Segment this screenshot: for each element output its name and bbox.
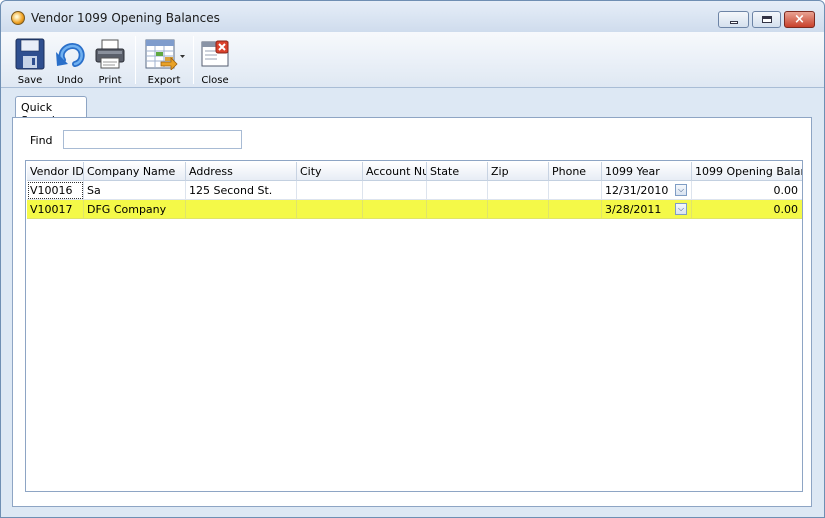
close-label: Close: [201, 75, 229, 86]
column-header-account-num[interactable]: Account Num: [363, 162, 427, 181]
column-header-company-name[interactable]: Company Name: [84, 162, 186, 181]
1099-year-cell[interactable]: 12/31/2010 ⌵: [602, 181, 692, 200]
printer-icon: [95, 39, 125, 69]
1099-year-value: 12/31/2010: [605, 184, 669, 197]
save-button[interactable]: Save: [11, 35, 49, 87]
city-cell[interactable]: [297, 200, 363, 219]
state-cell[interactable]: [427, 200, 488, 219]
close-icon: ×: [794, 12, 805, 27]
vendor-id-cell[interactable]: V10017: [27, 200, 84, 219]
undo-label: Undo: [56, 75, 84, 86]
toolbar: Save Undo Print Export Close: [1, 32, 824, 88]
find-label: Find: [30, 134, 53, 147]
maximize-icon: [761, 16, 772, 23]
column-header-city[interactable]: City: [297, 162, 363, 181]
close-window-icon: [201, 40, 229, 67]
column-header-phone[interactable]: Phone: [549, 162, 602, 181]
title-bar[interactable]: Vendor 1099 Opening Balances ×: [1, 1, 824, 32]
company-name-cell[interactable]: Sa: [84, 181, 186, 200]
undo-button[interactable]: Undo: [51, 35, 89, 87]
close-window-button[interactable]: ×: [784, 11, 815, 28]
undo-arrow-icon: [56, 43, 85, 67]
zip-cell[interactable]: [488, 200, 549, 219]
1099-year-cell[interactable]: 3/28/2011 ⌵: [602, 200, 692, 219]
address-cell[interactable]: [186, 200, 297, 219]
1099-year-value: 3/28/2011: [605, 203, 662, 216]
save-label: Save: [17, 75, 43, 86]
app-icon: [11, 11, 25, 25]
export-button[interactable]: Export: [141, 35, 187, 87]
table-row[interactable]: V10016 Sa 125 Second St. 12/31/2010 ⌵ 0.…: [27, 181, 802, 200]
phone-cell[interactable]: [549, 181, 602, 200]
export-label: Export: [147, 75, 181, 86]
vendor-id-cell[interactable]: V10016: [27, 181, 84, 200]
chevron-down-icon[interactable]: ⌵: [675, 184, 687, 196]
table-row[interactable]: V10017 DFG Company 3/28/2011 ⌵ 0.00: [27, 200, 802, 219]
phone-cell[interactable]: [549, 200, 602, 219]
print-button[interactable]: Print: [91, 35, 129, 87]
window-title: Vendor 1099 Opening Balances: [31, 11, 220, 25]
chevron-down-icon[interactable]: ⌵: [675, 203, 687, 215]
floppy-disk-icon: [15, 38, 45, 70]
account-num-cell[interactable]: [363, 200, 427, 219]
column-header-state[interactable]: State: [427, 162, 488, 181]
opening-balance-cell[interactable]: 0.00: [692, 200, 802, 219]
column-header-address[interactable]: Address: [186, 162, 297, 181]
toolbar-separator: [193, 36, 194, 84]
toolbar-separator: [135, 36, 136, 84]
vendor-grid: Vendor ID Company Name Address City Acco…: [25, 160, 803, 492]
minimize-icon: [729, 21, 738, 24]
column-header-zip[interactable]: Zip: [488, 162, 549, 181]
opening-balance-cell[interactable]: 0.00: [692, 181, 802, 200]
app-window: Vendor 1099 Opening Balances × Save Undo: [0, 0, 825, 518]
state-cell[interactable]: [427, 181, 488, 200]
close-button[interactable]: Close: [197, 35, 233, 87]
account-num-cell[interactable]: [363, 181, 427, 200]
tab-quick-search[interactable]: Quick Search: [15, 96, 87, 127]
minimize-button[interactable]: [718, 11, 749, 28]
spreadsheet-export-icon: [145, 39, 185, 70]
company-name-cell[interactable]: DFG Company: [84, 200, 186, 219]
column-header-1099-opening-balance[interactable]: 1099 Opening Balance: [692, 162, 802, 181]
zip-cell[interactable]: [488, 181, 549, 200]
print-label: Print: [98, 75, 122, 86]
city-cell[interactable]: [297, 181, 363, 200]
address-cell[interactable]: 125 Second St.: [186, 181, 297, 200]
maximize-button[interactable]: [752, 11, 781, 28]
column-header-vendor-id[interactable]: Vendor ID: [27, 162, 84, 181]
find-input[interactable]: [63, 130, 242, 149]
column-header-1099-year[interactable]: 1099 Year: [602, 162, 692, 181]
grid-header: Vendor ID Company Name Address City Acco…: [27, 162, 802, 181]
